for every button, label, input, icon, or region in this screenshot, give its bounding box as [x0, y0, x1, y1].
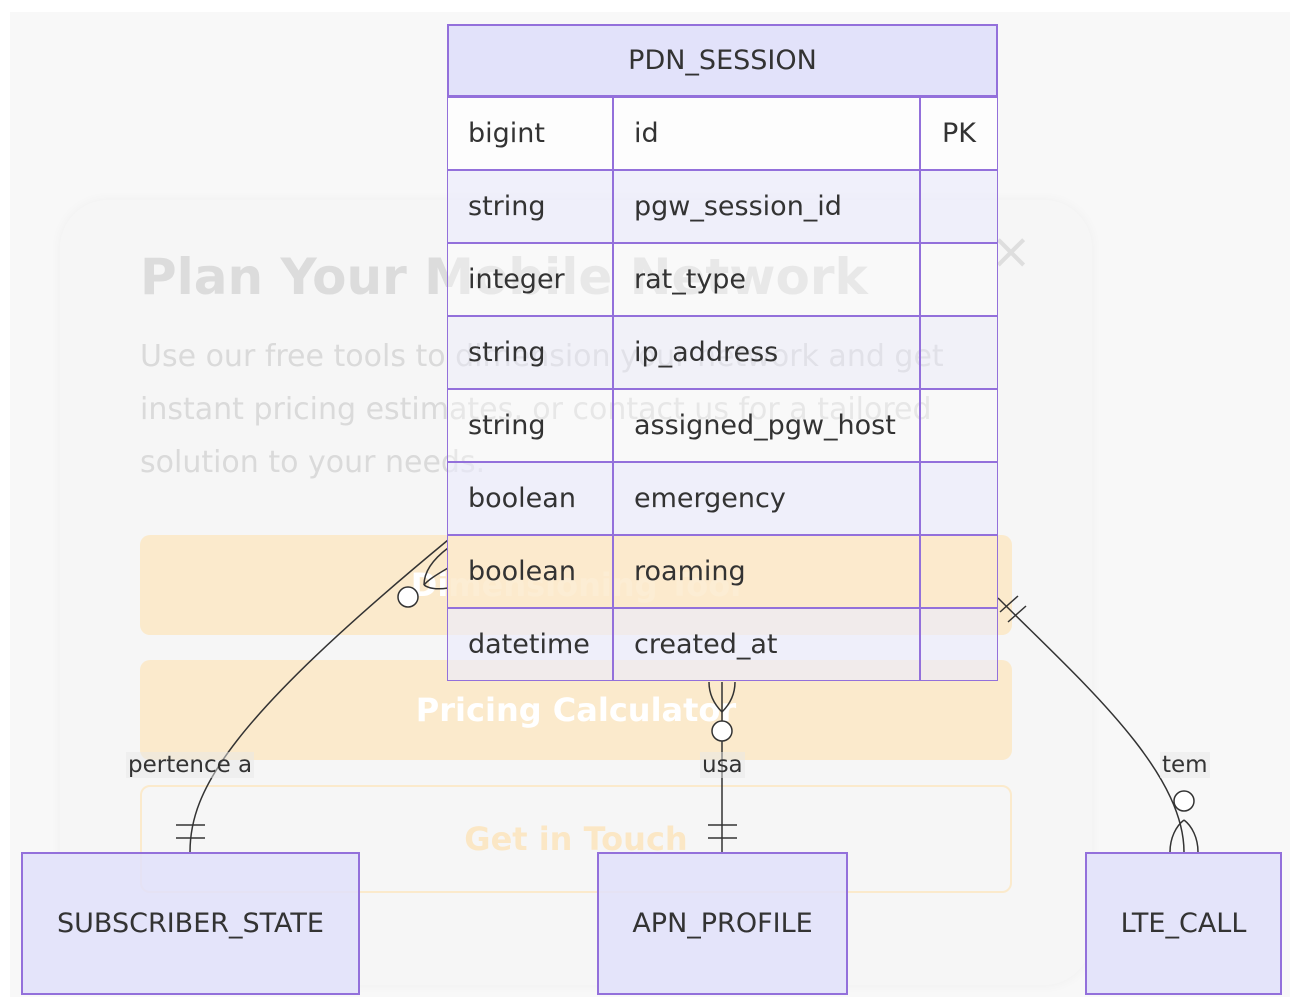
entity-lte-call[interactable]: LTE_CALL — [1085, 852, 1282, 995]
attr-type: bigint — [447, 97, 613, 170]
relationship-label: pertence a — [126, 752, 255, 778]
attr-key — [920, 389, 998, 462]
one-marker — [1007, 605, 1027, 623]
many-marker — [721, 681, 736, 713]
attr-key — [920, 608, 998, 681]
relationship-line-tem — [997, 597, 1185, 853]
attr-name: created_at — [613, 608, 920, 681]
attr-name: rat_type — [613, 243, 920, 316]
many-marker — [1169, 819, 1185, 853]
attr-name: id — [613, 97, 920, 170]
entity-title: LTE_CALL — [1120, 908, 1247, 939]
attr-key — [920, 170, 998, 243]
entity-title: SUBSCRIBER_STATE — [57, 908, 324, 939]
attr-key: PK — [920, 97, 998, 170]
attr-name: pgw_session_id — [613, 170, 920, 243]
diagram-canvas: Plan Your Mobile Network × Use our free … — [0, 0, 1293, 1003]
attr-name: roaming — [613, 535, 920, 608]
zero-marker — [397, 586, 419, 608]
many-marker — [423, 584, 449, 590]
attr-name: ip_address — [613, 316, 920, 389]
attr-type: string — [447, 316, 613, 389]
attr-key — [920, 316, 998, 389]
entity-apn-profile[interactable]: APN_PROFILE — [597, 852, 848, 995]
entity-pdn-session[interactable]: PDN_SESSION bigint id PK string pgw_sess… — [447, 24, 998, 681]
relationship-label: tem — [1160, 752, 1210, 778]
attr-type: integer — [447, 243, 613, 316]
attr-type: string — [447, 170, 613, 243]
attr-type: boolean — [447, 462, 613, 535]
zero-marker — [1173, 790, 1195, 812]
relationship-label: usa — [700, 752, 745, 778]
entity-subscriber-state[interactable]: SUBSCRIBER_STATE — [21, 852, 360, 995]
zero-marker — [711, 720, 733, 742]
attr-key — [920, 462, 998, 535]
many-marker — [423, 547, 449, 586]
many-marker — [1183, 819, 1199, 853]
many-marker — [708, 681, 723, 713]
entity-title: APN_PROFILE — [632, 908, 813, 939]
attr-type: string — [447, 389, 613, 462]
attr-name: assigned_pgw_host — [613, 389, 920, 462]
attr-key — [920, 243, 998, 316]
attr-type: boolean — [447, 535, 613, 608]
entity-title: PDN_SESSION — [447, 24, 998, 97]
attr-name: emergency — [613, 462, 920, 535]
attr-type: datetime — [447, 608, 613, 681]
attr-key — [920, 535, 998, 608]
